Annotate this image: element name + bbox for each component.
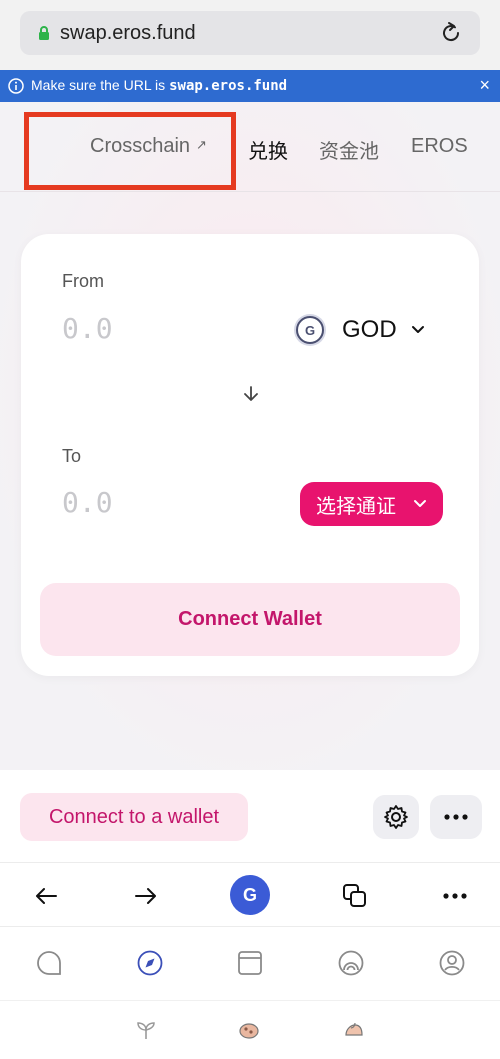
- from-amount-input[interactable]: 0.0: [62, 312, 113, 345]
- from-token-selector[interactable]: G GOD: [296, 312, 425, 348]
- profile-icon[interactable]: [438, 949, 466, 977]
- from-token-symbol: GOD: [342, 316, 397, 343]
- tabs-icon[interactable]: [342, 883, 368, 909]
- from-label: From: [62, 271, 104, 291]
- app-bottom-bar: Connect to a wallet: [0, 770, 500, 862]
- to-label: To: [62, 446, 82, 466]
- back-icon[interactable]: [33, 883, 59, 909]
- more-icon: [444, 814, 468, 820]
- compass-icon[interactable]: [136, 949, 164, 977]
- browser-address-area: swap.eros.fund: [0, 0, 500, 70]
- lock-icon: [39, 26, 49, 40]
- sprout-icon[interactable]: [135, 1019, 157, 1041]
- god-token-icon: G: [296, 316, 324, 344]
- bun-icon[interactable]: [343, 1019, 365, 1041]
- highlight-box: [24, 112, 236, 190]
- seeds-icon[interactable]: [238, 1019, 260, 1041]
- url-warning-banner: Make sure the URL is swap.eros.fund ×: [0, 70, 500, 102]
- settings-button[interactable]: [373, 795, 419, 839]
- app-tab-bar: [0, 926, 500, 1000]
- close-icon[interactable]: ×: [479, 75, 490, 96]
- banner-text: Make sure the URL is: [31, 77, 166, 93]
- nav-item-pool[interactable]: 资金池: [319, 135, 379, 164]
- address-url[interactable]: swap.eros.fund: [60, 22, 196, 45]
- address-bar[interactable]: swap.eros.fund: [20, 11, 480, 55]
- chevron-down-icon: [411, 326, 424, 333]
- reload-icon[interactable]: [438, 20, 464, 46]
- select-token-label: 选择通证: [316, 495, 396, 518]
- connect-wallet-button[interactable]: Connect Wallet: [40, 583, 460, 656]
- info-icon: [8, 78, 24, 94]
- to-amount-input[interactable]: 0.0: [62, 486, 113, 519]
- chat-icon[interactable]: [35, 949, 63, 977]
- forward-icon[interactable]: [133, 883, 159, 909]
- browser-nav-bar: G: [0, 862, 500, 926]
- connect-to-wallet-button[interactable]: Connect to a wallet: [20, 793, 248, 841]
- gear-icon: [384, 805, 408, 829]
- nav-item-eros[interactable]: EROS: [411, 135, 468, 158]
- nav-item-swap[interactable]: 兑换: [248, 135, 288, 164]
- wallet-icon[interactable]: [236, 949, 264, 977]
- chevron-down-icon: [414, 500, 426, 507]
- select-token-button[interactable]: 选择通证: [300, 482, 443, 526]
- banner-url: swap.eros.fund: [169, 78, 288, 94]
- banner-message: Make sure the URL is swap.eros.fund: [31, 77, 287, 94]
- arrow-down-icon[interactable]: [241, 384, 261, 404]
- avatar[interactable]: G: [230, 875, 270, 915]
- swap-card: From 0.0 G GOD To 0.0 选择通证 Connect Walle…: [21, 234, 479, 676]
- rainbow-icon[interactable]: [337, 949, 365, 977]
- bottom-shortcut-strip: [0, 1000, 500, 1059]
- more-button[interactable]: [430, 795, 482, 839]
- more-icon[interactable]: [442, 883, 468, 909]
